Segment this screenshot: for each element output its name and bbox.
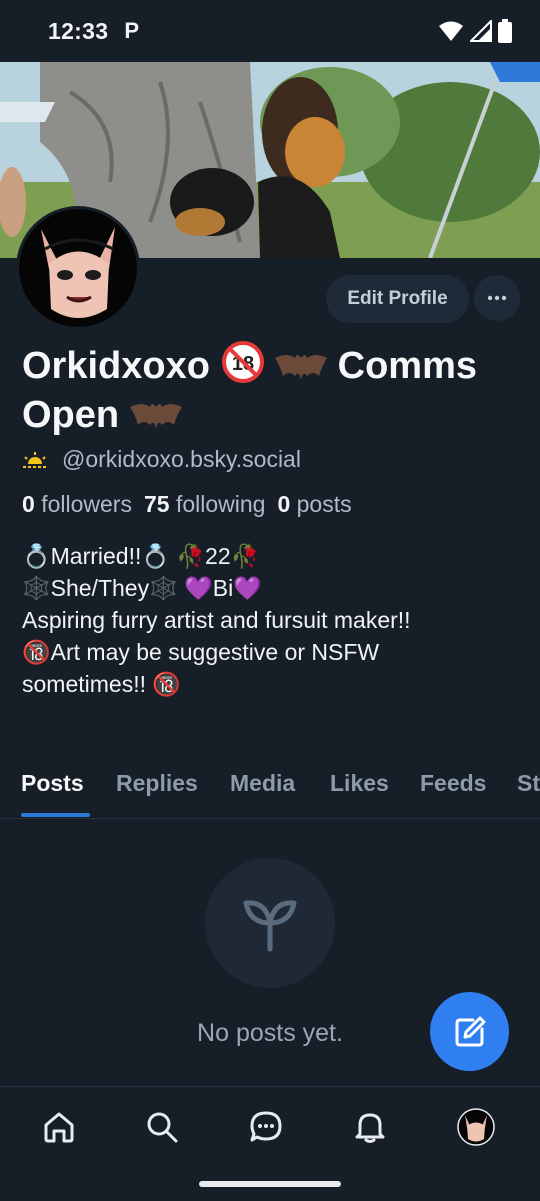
edit-profile-button[interactable]: Edit Profile <box>326 275 469 323</box>
bio-line: Aspiring furry artist and fursuit maker!… <box>22 607 411 633</box>
nav-notifications[interactable] <box>348 1105 392 1149</box>
bio-line: 💍Married!!💍 🥀22🥀 <box>22 543 260 569</box>
sprout-icon <box>243 900 297 952</box>
profile-tabs: Posts Replies Media Likes Feeds St <box>0 758 540 819</box>
active-tab-indicator <box>21 813 90 817</box>
signal-icon <box>470 20 492 42</box>
tab-starter-packs[interactable]: St <box>517 770 540 797</box>
avatar <box>457 1108 495 1146</box>
more-options-button[interactable] <box>474 275 520 321</box>
search-icon <box>147 1112 178 1143</box>
tab-media[interactable]: Media <box>230 770 295 797</box>
profile-handle: @orkidxoxo.bsky.social <box>62 446 301 472</box>
sunrise-icon <box>23 451 47 468</box>
display-name-text-2: Comms <box>337 345 478 387</box>
empty-state-icon-wrap <box>205 858 335 988</box>
display-name-text-1: Orkidxoxo <box>22 345 210 387</box>
tab-likes[interactable]: Likes <box>330 770 389 797</box>
tab-posts[interactable]: Posts <box>21 770 84 797</box>
tab-feeds[interactable]: Feeds <box>420 770 486 797</box>
status-time: 12:33 <box>48 17 109 44</box>
compose-icon <box>455 1016 485 1046</box>
bio-line: sometimes!! 🔞 <box>22 671 182 697</box>
bio-line: 🕸️She/They🕸️ 💜Bi💜 <box>22 575 262 601</box>
avatar-image <box>19 209 137 327</box>
chat-icon <box>250 1111 282 1142</box>
battery-icon <box>498 19 512 43</box>
nav-search[interactable] <box>140 1105 184 1149</box>
status-icons <box>438 19 512 43</box>
nav-chat[interactable] <box>244 1105 288 1149</box>
compose-post-button[interactable] <box>430 992 509 1071</box>
display-name-text-3: Open <box>22 394 120 436</box>
profile-bio: 💍Married!!💍 🥀22🥀 🕸️She/They🕸️ 💜Bi💜 Aspir… <box>22 540 522 700</box>
nav-profile[interactable] <box>454 1105 498 1149</box>
followers-stat[interactable]: 0 followers <box>22 491 132 518</box>
posts-stat: 0 posts <box>277 491 352 517</box>
profile-stats: 0 followers 75 following 0 posts <box>22 491 352 518</box>
bat-icon <box>275 355 328 380</box>
status-bar: 12:33 P <box>0 0 540 62</box>
bell-icon <box>355 1113 385 1143</box>
bat-icon <box>129 404 182 429</box>
bio-line: 🔞Art may be suggestive or NSFW <box>22 639 380 665</box>
following-stat[interactable]: 75 following <box>144 491 265 518</box>
home-icon <box>44 1112 74 1143</box>
wifi-icon <box>439 21 463 41</box>
home-indicator <box>199 1181 341 1187</box>
notification-indicator: P <box>124 18 140 43</box>
under-18-icon: 18 <box>221 341 264 383</box>
tab-replies[interactable]: Replies <box>116 770 198 797</box>
more-horizontal-icon <box>487 295 507 301</box>
handle-row: @orkidxoxo.bsky.social <box>22 446 301 473</box>
display-name: Orkidxoxo 18 Comms Open <box>22 340 522 440</box>
profile-avatar[interactable] <box>16 206 140 330</box>
nav-home[interactable] <box>37 1105 81 1149</box>
